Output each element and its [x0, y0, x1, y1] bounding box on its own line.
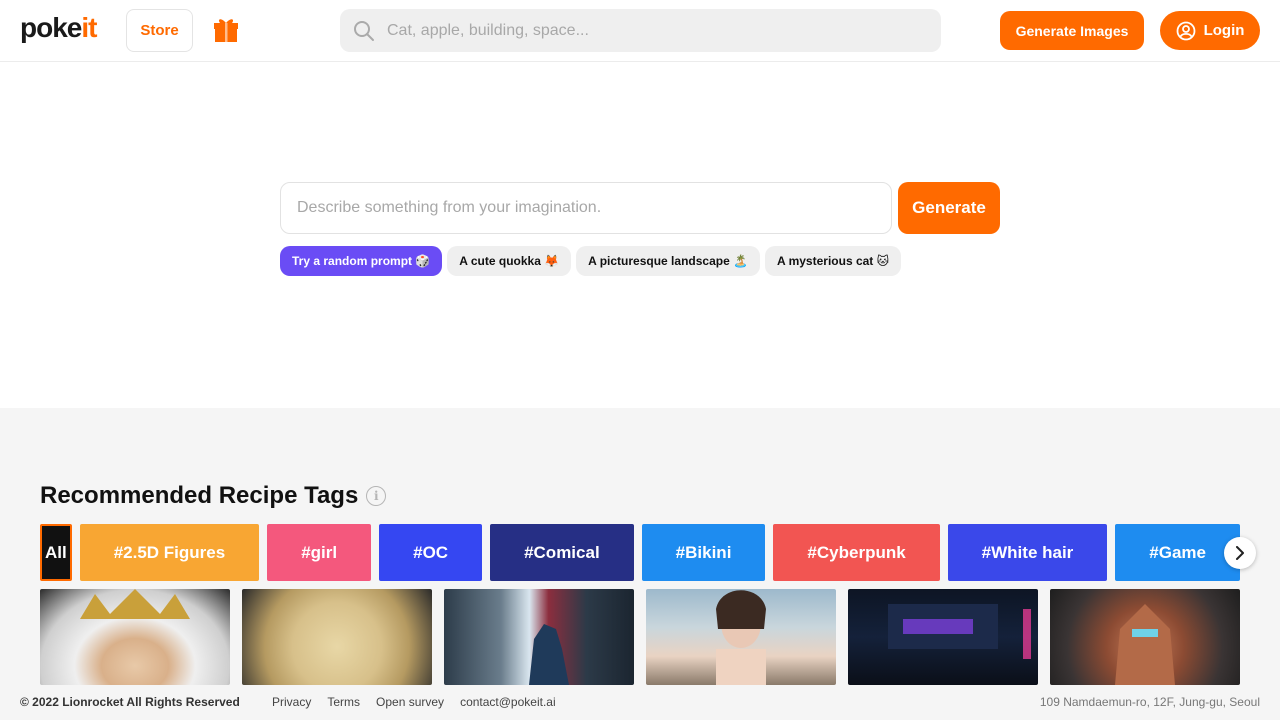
user-icon	[1176, 21, 1195, 40]
tag-white-hair[interactable]: #White hair	[947, 524, 1108, 581]
prompt-field[interactable]	[280, 182, 892, 234]
prompt-chip-cat[interactable]: A mysterious cat 🐱	[765, 246, 902, 276]
recipe-thumbnail[interactable]	[40, 589, 230, 685]
tag-comical[interactable]: #Comical	[490, 524, 634, 581]
neon-screen-icon	[888, 604, 1031, 659]
login-label: Login	[1203, 22, 1245, 39]
robot-helmet-icon	[1115, 604, 1175, 685]
prompt-chip-quokka[interactable]: A cute quokka 🦊	[447, 246, 572, 276]
recipe-thumbnail[interactable]	[646, 589, 836, 685]
tag-oc[interactable]: #OC	[379, 524, 483, 581]
recipe-thumbnail[interactable]	[444, 589, 634, 685]
section-title: Recommended Recipe Tags i	[40, 482, 387, 510]
prompt-input[interactable]	[297, 199, 877, 217]
crown-icon	[80, 589, 190, 619]
open-survey-link[interactable]: Open survey	[376, 695, 444, 709]
info-icon[interactable]: i	[366, 486, 387, 506]
prompt-chip-landscape[interactable]: A picturesque landscape 🏝️	[576, 246, 761, 276]
pokeit-logo[interactable]: pokeit	[20, 12, 97, 44]
tag-cyberpunk[interactable]: #Cyberpunk	[773, 524, 940, 581]
recipe-thumbnail[interactable]	[242, 589, 432, 685]
contact-email-link[interactable]: contact@pokeit.ai	[460, 695, 556, 709]
gift-icon[interactable]	[213, 16, 239, 44]
privacy-link[interactable]: Privacy	[272, 695, 311, 709]
company-address: 109 Namdaemun-ro, 12F, Jung-gu, Seoul	[1039, 695, 1260, 709]
tag-2-5d-figures[interactable]: #2.5D Figures	[79, 524, 260, 581]
tag-game[interactable]: #Game	[1115, 524, 1240, 581]
store-button[interactable]: Store	[126, 9, 193, 52]
recipe-thumbnail[interactable]	[848, 589, 1038, 685]
recipe-tags-carousel: All #2.5D Figures #girl #OC #Comical #Bi…	[40, 524, 1240, 581]
search-icon	[354, 20, 374, 41]
tag-girl[interactable]: #girl	[267, 524, 372, 581]
footer: © 2022 Lionrocket All Rights Reserved Pr…	[0, 685, 1280, 720]
top-header: pokeit Store Generate Images Login	[0, 0, 1280, 62]
prompt-suggestions: Try a random prompt 🎲 A cute quokka 🦊 A …	[280, 246, 902, 276]
footer-links: Privacy Terms Open survey contact@pokeit…	[272, 695, 556, 709]
recipe-thumbnail[interactable]	[1050, 589, 1240, 685]
search-bar[interactable]	[340, 9, 941, 52]
recipe-thumbnail-grid	[40, 589, 1240, 685]
copyright-text: © 2022 Lionrocket All Rights Reserved	[20, 695, 240, 709]
creature-silhouette-icon	[529, 624, 569, 685]
tag-bikini[interactable]: #Bikini	[641, 524, 766, 581]
login-button[interactable]: Login	[1160, 11, 1260, 50]
random-prompt-chip[interactable]: Try a random prompt 🎲	[280, 246, 443, 276]
carousel-next-button[interactable]	[1224, 537, 1256, 569]
generate-button[interactable]: Generate	[898, 182, 1000, 234]
terms-link[interactable]: Terms	[327, 695, 360, 709]
search-input[interactable]	[387, 21, 907, 40]
chevron-right-icon	[1236, 546, 1244, 560]
person-silhouette-icon	[716, 590, 766, 685]
generate-images-button[interactable]: Generate Images	[1000, 11, 1144, 50]
tag-all[interactable]: All	[40, 524, 72, 581]
